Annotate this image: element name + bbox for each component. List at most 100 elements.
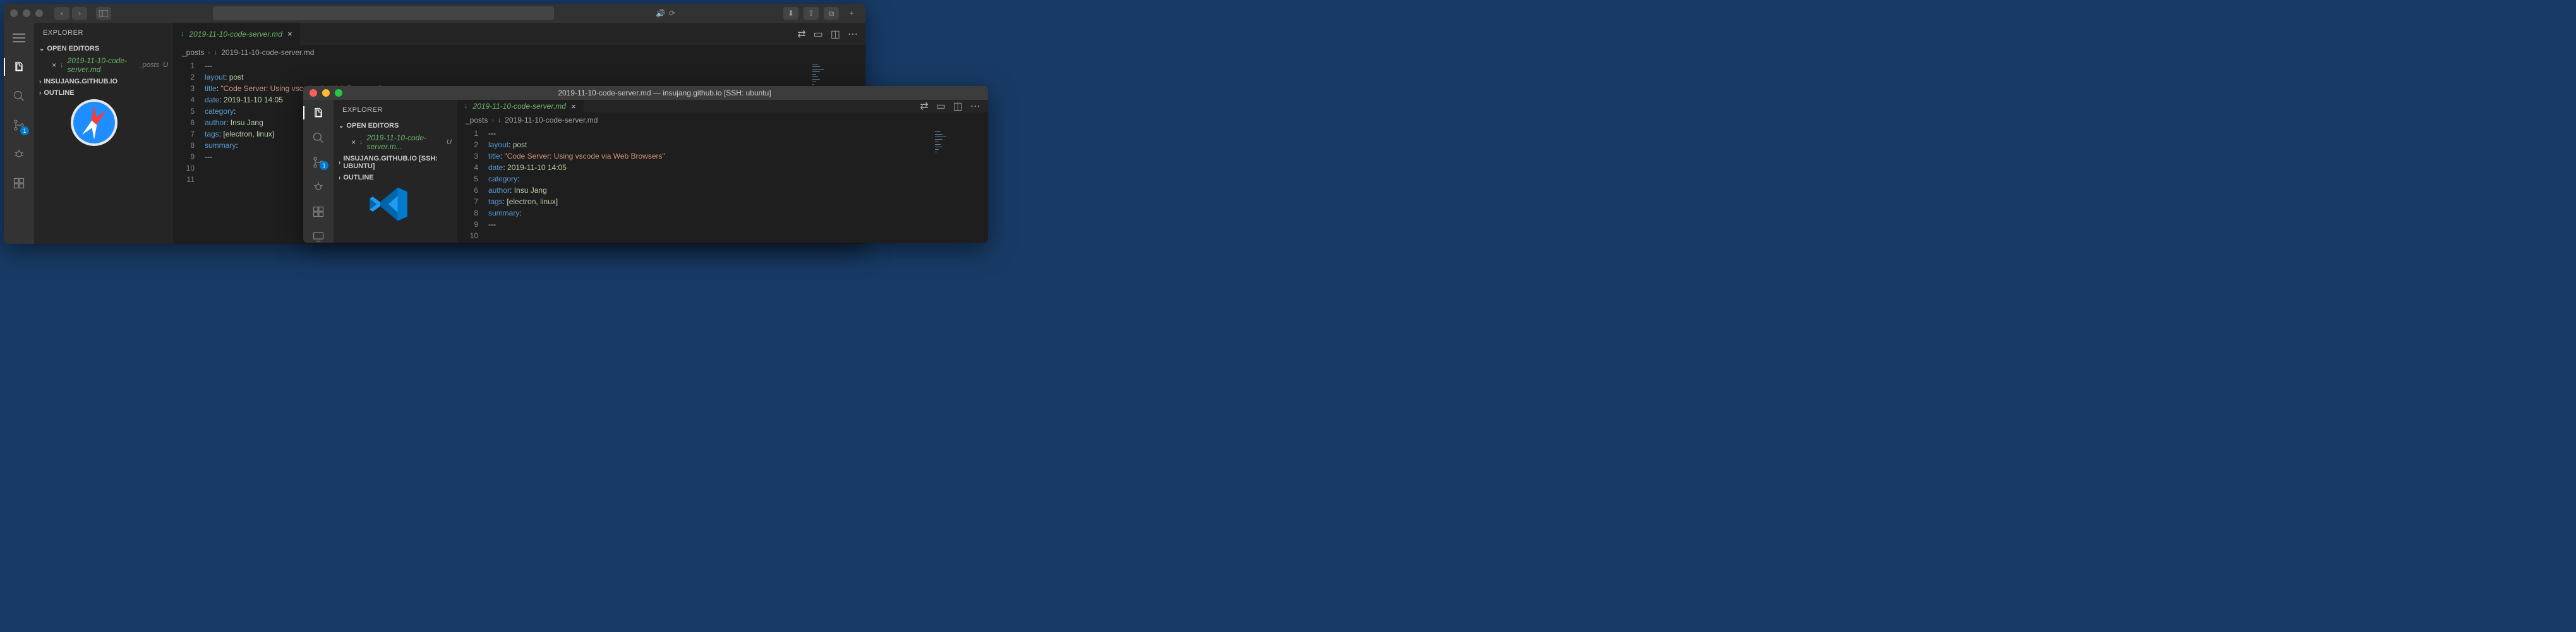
open-editor-item[interactable]: × ↓ 2019-11-10-code-server.md _posts U [34,54,173,76]
chevron-down-icon: ⌄ [339,123,344,130]
chevron-right-icon: › [339,159,340,166]
activity-bar: 1 [4,23,34,244]
source-control-icon[interactable]: 1 [10,116,28,134]
close-icon[interactable]: × [351,138,356,147]
chrome-right-icons: ⬇ ⇪ ⧉ + [783,7,859,20]
markdown-file-icon: ↓ [359,138,363,146]
outline-section[interactable]: ›OUTLINE [334,172,457,183]
workspace-section[interactable]: ›INSUJANG.GITHUB.IO [34,76,173,87]
more-actions-icon[interactable]: ⋯ [848,28,858,40]
tab-bar: ↓ 2019-11-10-code-server.md × ⇄ ▭ ◫ ⋯ [457,100,988,112]
debug-icon[interactable] [10,145,28,163]
breadcrumb[interactable]: _posts › ↓ 2019-11-10-code-server.md [173,45,865,60]
split-editor-icon[interactable]: ◫ [831,28,840,40]
sidebar-title: EXPLORER [34,23,173,43]
tab-active[interactable]: ↓ 2019-11-10-code-server.md × [173,23,301,45]
close-window-button[interactable] [10,9,18,17]
source-control-badge: 1 [320,161,328,170]
traffic-lights [10,9,43,17]
activity-bar: 1 [303,100,334,243]
forward-button[interactable]: › [72,7,87,20]
reload-icon[interactable]: ⟳ [669,9,675,18]
open-editor-item[interactable]: × ↓ 2019-11-10-code-server.m... U [334,131,457,153]
explorer-icon[interactable] [10,58,28,76]
search-icon[interactable] [10,87,28,105]
breadcrumb-file[interactable]: 2019-11-10-code-server.md [221,48,314,57]
chevron-right-icon: › [339,174,340,181]
extensions-icon[interactable] [10,174,28,192]
compare-icon[interactable]: ⇄ [920,100,928,112]
more-actions-icon[interactable]: ⋯ [970,100,980,112]
source-control-badge: 1 [20,126,29,135]
code-lines[interactable]: ---layout: posttitle: "Code Server: Usin… [488,128,988,243]
file-status: U [163,61,168,69]
close-window-button[interactable] [310,89,317,97]
sidebar-toggle-button[interactable] [96,7,111,20]
chevron-down-icon: ⌄ [39,46,44,52]
back-button[interactable]: ‹ [54,7,69,20]
open-editors-section[interactable]: ⌄OPEN EDITORS [34,43,173,54]
chevron-right-icon: › [39,78,41,85]
downloads-icon[interactable]: ⬇ [783,7,798,20]
line-gutter: 1234567891011 [457,128,488,243]
compare-icon[interactable]: ⇄ [797,28,805,40]
open-file-dir: _posts [139,61,159,69]
open-file-name: 2019-11-10-code-server.md [68,56,135,74]
debug-icon[interactable] [310,180,327,193]
share-icon[interactable]: ⇪ [803,7,819,20]
line-gutter: 1234567891011 [173,60,205,244]
workspace-label: INSUJANG.GITHUB.IO [SSH: UBUNTU] [343,155,452,170]
browser-chrome: ‹ › 🔊 ⟳ ⬇ ⇪ ⧉ + [4,4,865,23]
extensions-icon[interactable] [310,205,327,218]
code-editor[interactable]: 1234567891011 ---layout: posttitle: "Cod… [457,128,988,243]
minimize-window-button[interactable] [23,9,30,17]
open-editors-label: OPEN EDITORS [346,122,399,130]
chevron-right-icon: › [491,117,493,124]
file-status: U [447,138,452,146]
vscode-app-icon[interactable] [368,183,409,225]
maximize-window-button[interactable] [35,9,43,17]
markdown-file-icon: ↓ [214,49,218,56]
markdown-file-icon: ↓ [498,116,502,124]
volume-icon[interactable]: 🔊 [656,9,665,18]
breadcrumb-dir[interactable]: _posts [182,48,204,57]
tab-active[interactable]: ↓ 2019-11-10-code-server.md × [457,100,584,112]
open-file-name: 2019-11-10-code-server.m... [367,133,443,151]
open-editors-section[interactable]: ⌄OPEN EDITORS [334,120,457,131]
chevron-right-icon: › [39,90,41,97]
maximize-window-button[interactable] [335,89,342,97]
markdown-file-icon: ↓ [181,30,184,38]
close-icon[interactable]: × [52,61,56,70]
outline-section[interactable]: ›OUTLINE [34,87,173,99]
minimize-window-button[interactable] [322,89,330,97]
tab-actions: ⇄ ▭ ◫ ⋯ [790,23,865,45]
preview-icon[interactable]: ▭ [814,28,823,40]
split-editor-icon[interactable]: ◫ [953,100,963,112]
search-icon[interactable] [310,131,327,144]
minimap[interactable]: ▬▬▬▬▬▬▬▬▬▬▬▬▬▬▬▬▬▬▬▬▬▬▬▬▬▬▬▬▬ [931,128,988,243]
sidebar-title: EXPLORER [334,100,457,120]
tabs-icon[interactable]: ⧉ [824,7,839,20]
tab-label: 2019-11-10-code-server.md [190,30,282,39]
tab-bar: ↓ 2019-11-10-code-server.md × ⇄ ▭ ◫ ⋯ [173,23,865,45]
breadcrumb[interactable]: _posts › ↓ 2019-11-10-code-server.md [457,112,988,128]
traffic-lights [310,89,342,97]
source-control-icon[interactable]: 1 [310,155,327,169]
tab-label: 2019-11-10-code-server.md [473,102,566,111]
workspace-section[interactable]: ›INSUJANG.GITHUB.IO [SSH: UBUNTU] [334,153,457,172]
close-tab-icon[interactable]: × [287,29,292,39]
remote-icon[interactable] [310,229,327,243]
open-editors-label: OPEN EDITORS [47,45,99,52]
explorer-icon[interactable] [310,106,327,119]
breadcrumb-dir[interactable]: _posts [466,116,488,125]
url-bar[interactable] [213,6,554,20]
safari-app-icon[interactable] [69,98,119,147]
new-tab-button[interactable]: + [844,7,859,20]
breadcrumb-file[interactable]: 2019-11-10-code-server.md [505,116,598,125]
close-tab-icon[interactable]: × [571,102,576,111]
preview-icon[interactable]: ▭ [936,100,946,112]
chevron-right-icon: › [208,49,210,56]
markdown-file-icon: ↓ [60,61,64,69]
nav-buttons: ‹ › [54,7,87,20]
menu-icon[interactable] [10,29,28,47]
